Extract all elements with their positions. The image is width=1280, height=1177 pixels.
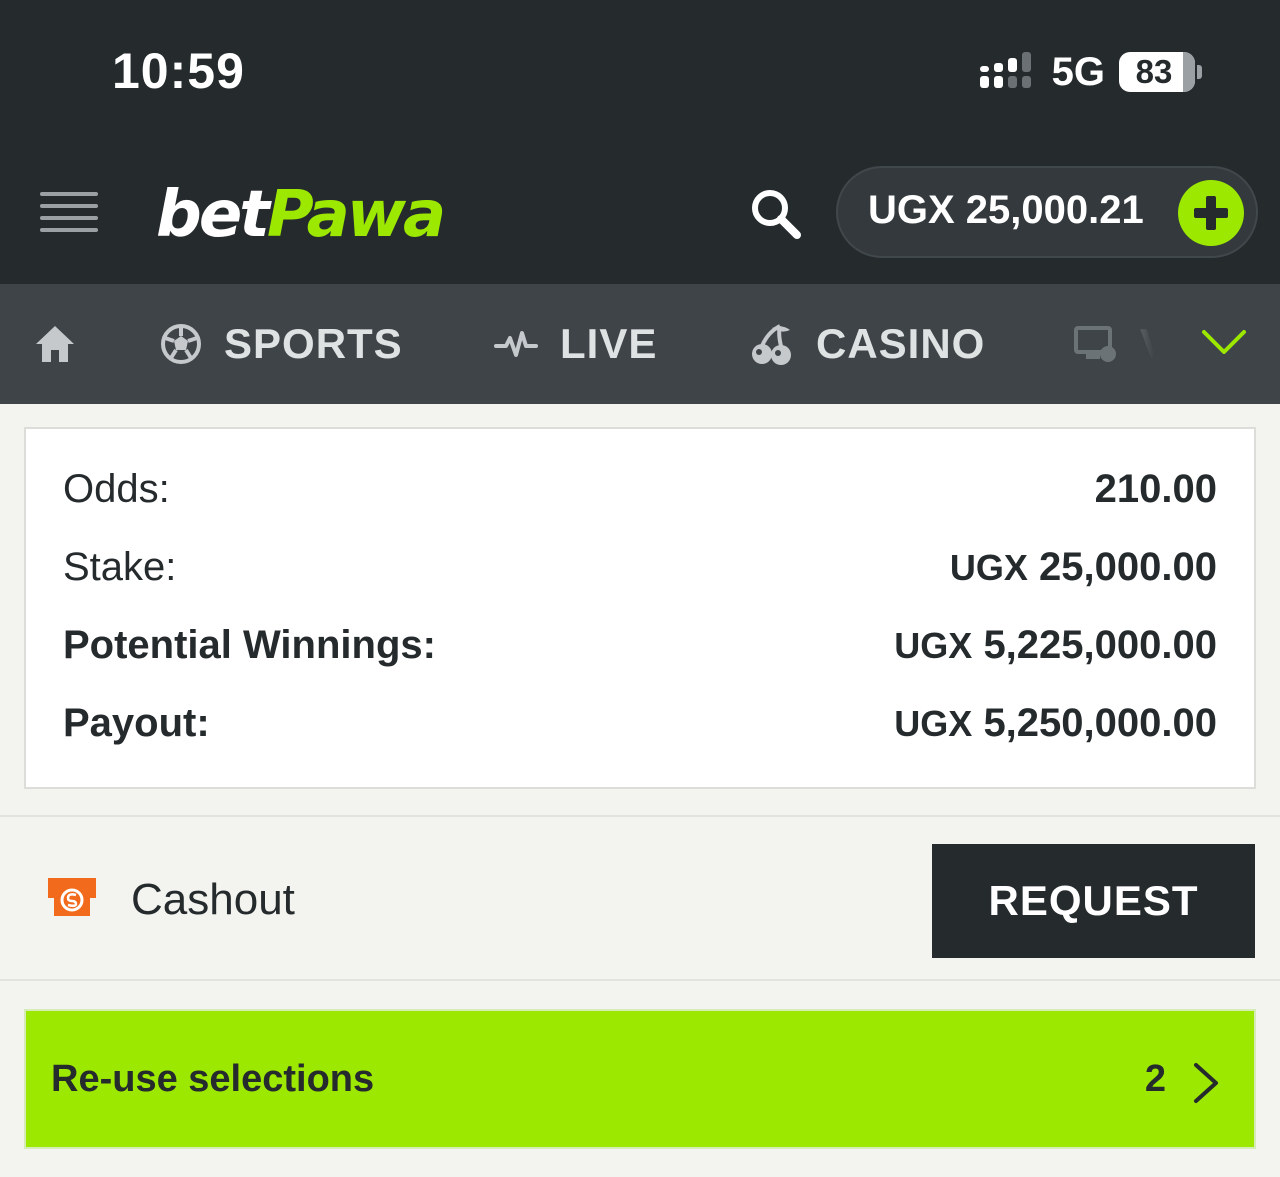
bet-summary-card: Odds: 210.00 Stake: UGX 25,000.00 Potent… xyxy=(24,427,1256,789)
betpawa-logo[interactable]: betPawa xyxy=(156,178,446,252)
logo-pawa-text: Pawa xyxy=(266,178,446,252)
payout-value: UGX 5,250,000.00 xyxy=(894,701,1217,746)
stake-value: UGX 25,000.00 xyxy=(950,545,1217,590)
pulse-icon xyxy=(494,331,538,357)
nav-casino[interactable]: CASINO xyxy=(750,284,985,404)
winnings-currency: UGX xyxy=(894,625,973,666)
signal-icon xyxy=(979,52,1031,88)
winnings-label: Potential Winnings: xyxy=(63,623,436,667)
stake-row: Stake: UGX 25,000.00 xyxy=(63,545,1217,590)
app-header: betPawa UGX 25,000.21 xyxy=(0,150,1280,284)
payout-amount: 5,250,000.00 xyxy=(983,701,1217,745)
status-indicators: 5G 83 xyxy=(979,49,1202,94)
home-icon xyxy=(36,326,74,362)
balance-amount: UGX 25,000.21 xyxy=(868,188,1144,232)
main-nav: SPORTS LIVE CASINO V xyxy=(0,284,1280,404)
odds-row: Odds: 210.00 xyxy=(63,467,1217,512)
reuse-selections-bar[interactable]: Re-use selections 2 xyxy=(24,1009,1256,1149)
balance-pill[interactable]: UGX 25,000.21 xyxy=(836,166,1258,258)
cashout-icon xyxy=(48,878,96,916)
stake-amount: 25,000.00 xyxy=(1039,545,1217,589)
odds-label: Odds: xyxy=(63,467,170,511)
nav-label: CASINO xyxy=(816,320,986,367)
network-label: 5G xyxy=(1051,49,1105,94)
nav-fade xyxy=(1130,294,1170,394)
chevron-right-icon xyxy=(1194,1063,1218,1103)
virtual-monitor-icon xyxy=(1074,326,1116,362)
nav-label: LIVE xyxy=(560,320,658,367)
deposit-button[interactable] xyxy=(1178,180,1244,246)
stake-currency: UGX xyxy=(949,547,1028,588)
battery-icon: 83 xyxy=(1119,52,1202,92)
reuse-selections-label: Re-use selections xyxy=(51,1058,375,1100)
status-time: 10:59 xyxy=(112,43,245,99)
status-bar: 10:59 5G 83 xyxy=(0,0,1280,150)
stake-label: Stake: xyxy=(63,545,177,589)
winnings-value: UGX 5,225,000.00 xyxy=(894,623,1217,668)
nav-label: SPORTS xyxy=(224,320,403,367)
winnings-amount: 5,225,000.00 xyxy=(983,623,1217,667)
odds-value: 210.00 xyxy=(1094,467,1217,511)
search-icon[interactable] xyxy=(748,186,804,242)
payout-row: Payout: UGX 5,250,000.00 xyxy=(63,701,1217,746)
nav-home[interactable] xyxy=(34,284,76,404)
cherries-icon xyxy=(752,324,791,365)
winnings-row: Potential Winnings: UGX 5,225,000.00 xyxy=(63,623,1217,668)
battery-level: 83 xyxy=(1135,53,1173,90)
request-cashout-button[interactable]: REQUEST xyxy=(932,844,1255,958)
soccer-ball-icon xyxy=(161,324,201,364)
cashout-label: Cashout xyxy=(131,875,295,924)
menu-icon[interactable] xyxy=(40,190,98,236)
payout-label: Payout: xyxy=(63,701,210,745)
nav-live[interactable]: LIVE xyxy=(494,284,657,404)
cashout-bar: Cashout REQUEST xyxy=(0,815,1280,981)
logo-bet-text: bet xyxy=(156,178,270,252)
chevron-down-icon[interactable] xyxy=(1196,320,1252,364)
nav-sports[interactable]: SPORTS xyxy=(160,284,403,404)
reuse-selections-count: 2 xyxy=(1144,1058,1166,1100)
plus-icon xyxy=(1194,196,1228,230)
payout-currency: UGX xyxy=(894,703,973,744)
